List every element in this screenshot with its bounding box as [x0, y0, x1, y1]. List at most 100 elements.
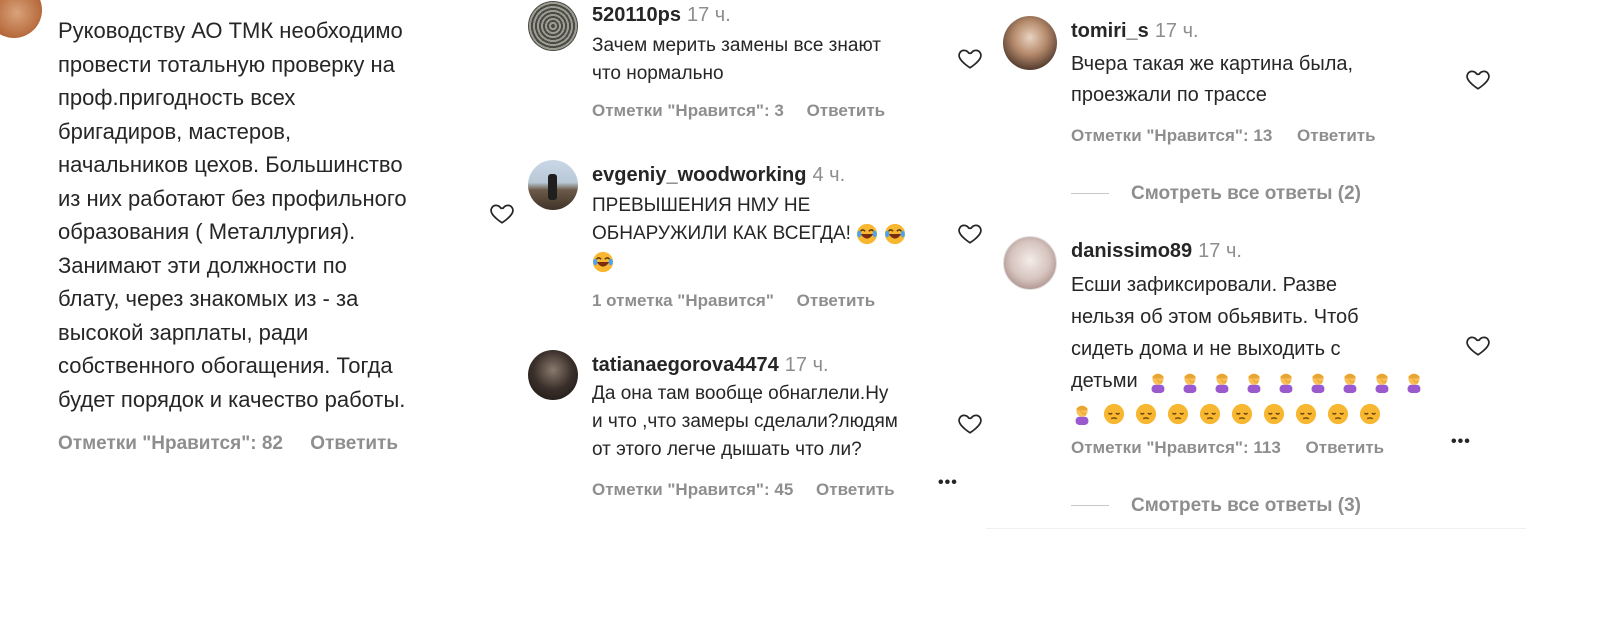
divider — [1071, 505, 1109, 507]
more-options-icon[interactable]: ••• — [938, 474, 958, 492]
comment-line: бригадиров, мастеров, — [58, 118, 292, 144]
heart-outline-icon[interactable] — [956, 45, 984, 71]
pensive-emoji-icon — [1327, 403, 1349, 424]
comment-line: провести тотальную проверку на — [58, 51, 395, 77]
comment-time: 17 ч. — [784, 354, 829, 376]
view-all-replies-label: Смотреть все ответы (3) — [1131, 495, 1361, 516]
comment-header: 520110ps 17 ч. — [592, 4, 731, 27]
reply-button[interactable]: Ответить — [1297, 126, 1376, 146]
pensive-emoji-icon — [1167, 403, 1189, 424]
comment-line: образования ( Металлургия). — [58, 219, 356, 244]
view-all-replies-button[interactable]: Смотреть все ответы (3) — [1071, 495, 1361, 517]
comment-line-text: ОБНАРУЖИЛИ КАК ВСЕГДА! — [592, 223, 851, 244]
comment-line: будет порядок и качество работы. — [58, 386, 406, 412]
comment-time: 17 ч. — [1154, 20, 1199, 42]
comment-line: блату, через знакомых из - за — [58, 286, 359, 311]
comment-meta: Отметки "Нравится": 3 Ответить — [592, 101, 885, 121]
comment-username[interactable]: evgeniy_woodworking — [592, 164, 806, 186]
more-options-icon[interactable]: ••• — [1451, 433, 1471, 451]
facepalm-emoji-icon — [1279, 373, 1293, 393]
comment-line: собственного обогащения. Тогда — [58, 353, 393, 378]
view-all-replies-button[interactable]: Смотреть все ответы (2) — [1071, 183, 1361, 205]
likes-count[interactable]: Отметки "Нравится": 45 — [592, 480, 793, 500]
comment-line: сидеть дома и не выходить с — [1071, 338, 1341, 360]
comment-meta: Отметки "Нравится": 45 Ответить — [592, 480, 895, 500]
likes-count[interactable]: Отметки "Нравится": 3 — [592, 101, 784, 121]
divider — [1071, 193, 1109, 195]
comment-line: ОБНАРУЖИЛИ КАК ВСЕГДА! — [592, 220, 912, 248]
likes-count[interactable]: Отметки "Нравится": 13 — [1071, 126, 1272, 146]
facepalm-emoji-icon — [1075, 405, 1089, 425]
comment-time: 4 ч. — [812, 164, 846, 186]
avatar[interactable] — [528, 1, 578, 51]
comment-username[interactable]: 520110ps — [592, 4, 681, 26]
comment-line: нельзя об этом обьявить. Чтоб — [1071, 306, 1359, 328]
comment-line: Занимают эти должности по — [58, 252, 347, 278]
heart-outline-icon[interactable] — [488, 200, 516, 226]
avatar[interactable] — [1003, 16, 1057, 70]
avatar[interactable] — [528, 160, 578, 210]
comment-header: evgeniy_woodworking 4 ч. — [592, 164, 845, 187]
reply-button[interactable]: Ответить — [797, 291, 876, 311]
avatar[interactable] — [0, 0, 42, 38]
comment-column-3: tomiri_s 17 ч. Вчера такая же картина был… — [986, 0, 1526, 529]
facepalm-emoji-icon — [1151, 373, 1165, 393]
comment-line: от этого легче дышать что ли? — [592, 439, 862, 460]
comment-line: высокой зарплаты, ради — [58, 319, 309, 345]
pensive-emoji-icon — [1263, 403, 1285, 424]
comment-text: Руководству АО ТМК необходимо провести т… — [58, 14, 407, 416]
comment-line-text: детьми — [1071, 370, 1138, 392]
comment-meta: 1 отметка "Нравится" Ответить — [592, 291, 875, 311]
likes-count[interactable]: 1 отметка "Нравится" — [592, 291, 774, 311]
comment-line: ПРЕВЫШЕНИЯ НМУ НЕ — [592, 195, 811, 216]
pensive-emoji-icon — [1199, 403, 1221, 424]
comment-line: начальников цехов. Большинство — [58, 152, 403, 177]
comment-username[interactable]: tatianaegorova4474 — [592, 354, 779, 376]
comment-username[interactable]: tomiri_s — [1071, 20, 1149, 42]
laugh-emoji-icon — [885, 223, 906, 245]
comment-line: детьми — [1071, 365, 1435, 397]
avatar[interactable] — [1003, 236, 1057, 290]
comment-meta: Отметки "Нравится": 113 Ответить — [1071, 438, 1384, 458]
likes-count[interactable]: Отметки "Нравится": 113 — [1071, 438, 1281, 458]
heart-outline-icon[interactable] — [1464, 66, 1492, 92]
comment-line: проф.пригодность всех — [58, 85, 296, 110]
comment-username[interactable]: danissimo89 — [1071, 240, 1192, 262]
facepalm-emoji-icon — [1407, 373, 1421, 393]
reply-button[interactable]: Ответить — [1306, 438, 1385, 458]
pensive-emoji-icon — [1295, 403, 1317, 424]
comment-line — [1071, 397, 1435, 429]
pensive-emoji-icon — [1135, 403, 1157, 424]
comment-line — [592, 248, 912, 276]
comment-meta: Отметки "Нравится": 82 Ответить — [58, 433, 398, 455]
comment-text: ПРЕВЫШЕНИЯ НМУ НЕ ОБНАРУЖИЛИ КАК ВСЕГДА! — [592, 192, 912, 276]
heart-outline-icon[interactable] — [956, 220, 984, 246]
laugh-emoji-icon — [857, 223, 878, 245]
comment-line: Есши зафиксировали. Разве — [1071, 274, 1337, 296]
comment-header: tatianaegorova4474 17 ч. — [592, 354, 829, 377]
comment-line: Руководству АО ТМК необходимо — [58, 18, 403, 43]
pensive-emoji-icon — [1103, 403, 1125, 424]
reply-button[interactable]: Ответить — [807, 101, 886, 121]
reply-button[interactable]: Ответить — [816, 480, 895, 500]
comment-line: Зачем мерить замены все знают — [592, 35, 881, 56]
comment-line: Да она там вообще обнаглели.Ну — [592, 383, 889, 404]
comment-line: и что ,что замеры сделали?людям — [592, 411, 898, 432]
reply-button[interactable]: Ответить — [310, 433, 398, 455]
avatar[interactable] — [528, 350, 578, 400]
comment-header: tomiri_s 17 ч. — [1071, 20, 1199, 43]
comment-text: Зачем мерить замены все знают что нормал… — [592, 32, 881, 88]
comment-meta: Отметки "Нравится": 13 Ответить — [1071, 126, 1376, 146]
facepalm-emoji-icon — [1247, 373, 1261, 393]
facepalm-emoji-icon — [1183, 373, 1197, 393]
comment-text: Вчера такая же картина была, проезжали п… — [1071, 49, 1353, 111]
view-all-replies-label: Смотреть все ответы (2) — [1131, 183, 1361, 204]
comment-line: Вчера такая же картина была, — [1071, 53, 1354, 75]
heart-outline-icon[interactable] — [1464, 332, 1492, 358]
heart-outline-icon[interactable] — [956, 410, 984, 436]
facepalm-emoji-icon — [1343, 373, 1357, 393]
comment-header: danissimo89 17 ч. — [1071, 240, 1242, 263]
comment-line: из них работают без профильного — [58, 185, 407, 211]
emoji-row — [1147, 370, 1435, 393]
likes-count[interactable]: Отметки "Нравится": 82 — [58, 433, 283, 455]
